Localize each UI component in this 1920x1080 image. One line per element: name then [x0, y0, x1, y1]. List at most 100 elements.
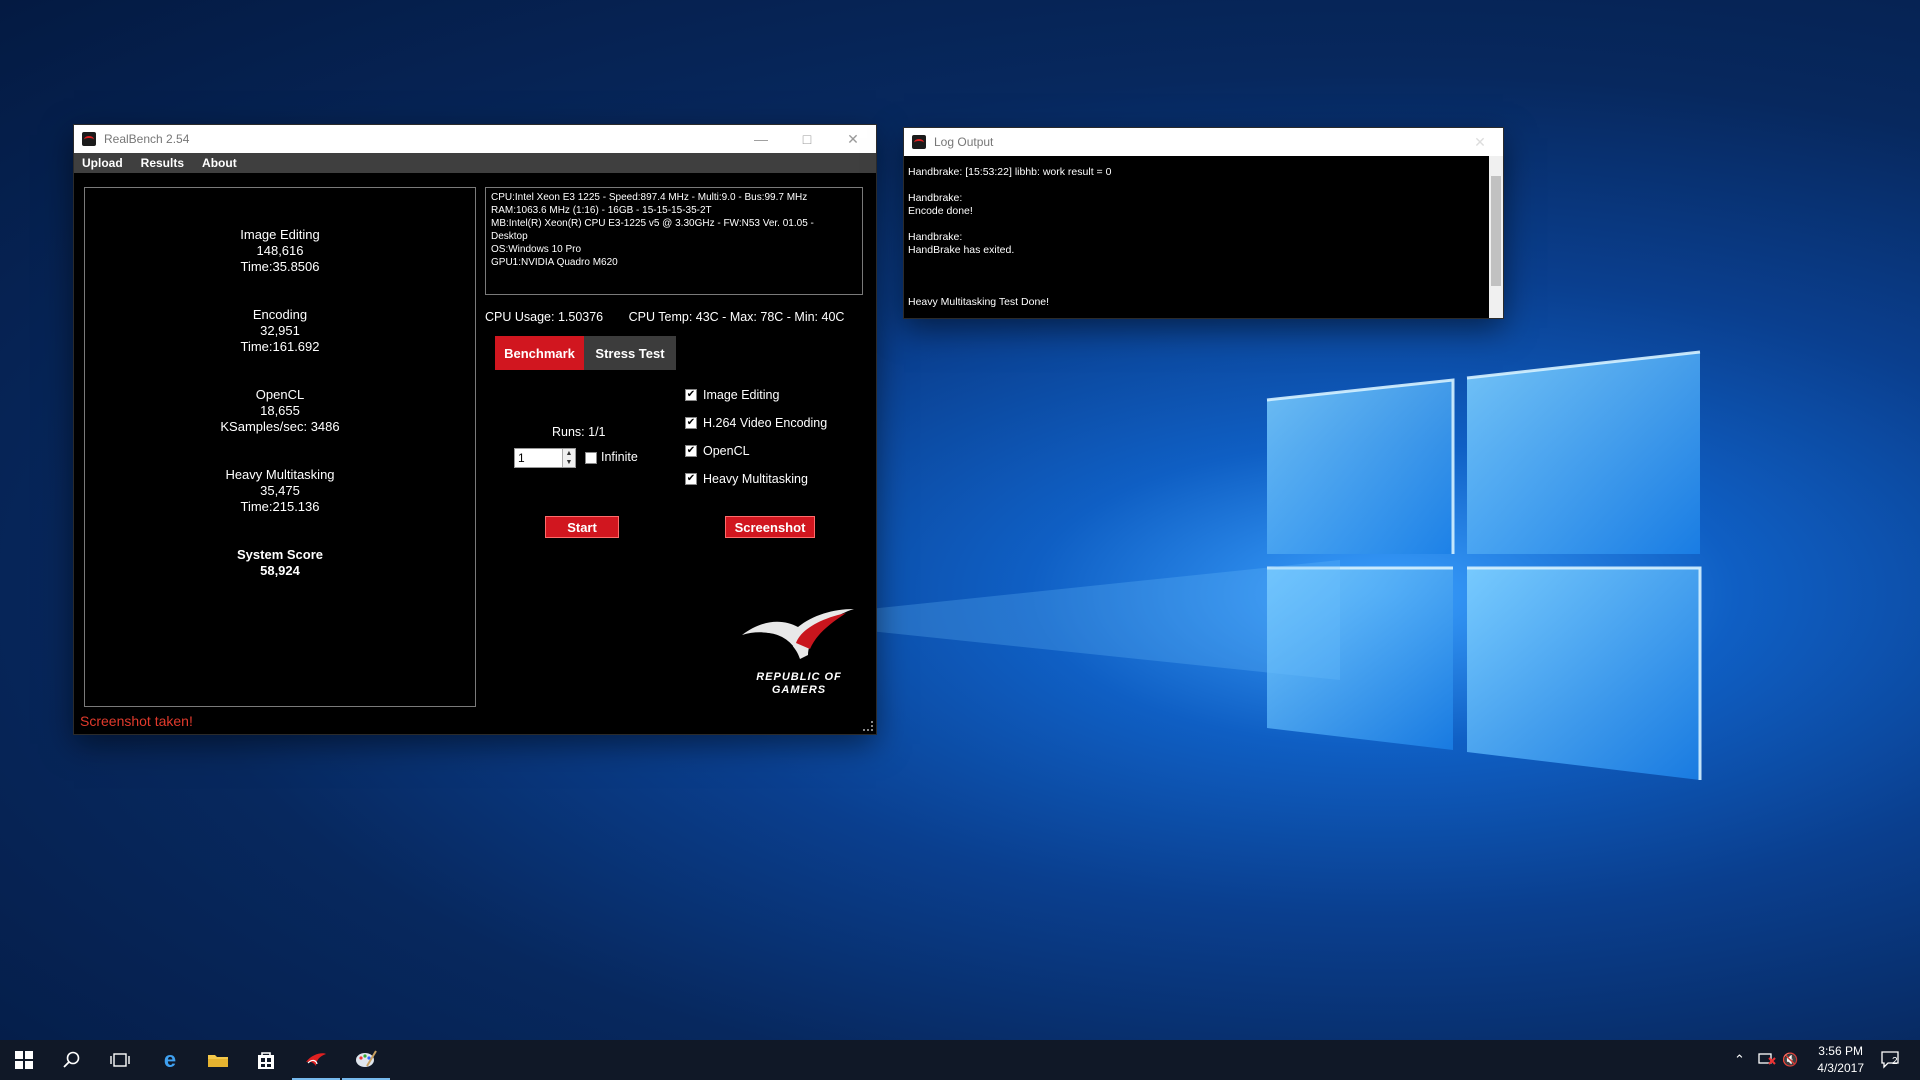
result-name: System Score: [237, 547, 323, 562]
status-message: Screenshot taken!: [80, 713, 193, 729]
maximize-icon[interactable]: □: [784, 125, 830, 153]
start-windows-icon[interactable]: [0, 1040, 48, 1080]
file-explorer-icon[interactable]: [194, 1040, 242, 1080]
edge-browser-icon[interactable]: e: [146, 1040, 194, 1080]
light-rays: [860, 560, 1340, 680]
log-line: Handbrake: [15:53:22] libhb: work result…: [908, 166, 1112, 178]
log-line: Handbrake:: [908, 231, 963, 243]
sysinfo-mb-cont: Desktop: [491, 231, 528, 242]
paint-app-icon[interactable]: [342, 1040, 390, 1080]
system-info-box: CPU:Intel Xeon E3 1225 - Speed:897.4 MHz…: [485, 187, 863, 295]
log-line: Handbrake:: [908, 192, 963, 204]
clock[interactable]: 3:56 PM 4/3/2017: [1817, 1043, 1864, 1077]
tray-chevron-up-icon[interactable]: ⌃: [1734, 1052, 1745, 1068]
rog-text-line1: REPUBLIC OF: [756, 671, 842, 683]
resize-grip-icon[interactable]: [863, 721, 873, 731]
volume-muted-icon[interactable]: 🔇: [1782, 1052, 1798, 1068]
sysinfo-cpu: CPU:Intel Xeon E3 1225 - Speed:897.4 MHz…: [491, 192, 808, 203]
action-center-icon[interactable]: 2: [1880, 1050, 1902, 1073]
log-scrollbar[interactable]: [1489, 156, 1503, 318]
task-view-icon[interactable]: [96, 1040, 144, 1080]
spinner-arrows-icon[interactable]: ▲ ▼: [562, 449, 575, 467]
log-scrollbar-thumb[interactable]: [1491, 176, 1501, 286]
rog-logo-text: REPUBLIC OF GAMERS: [734, 671, 864, 697]
result-score: 18,655: [260, 403, 300, 418]
taskbar: e ⌃ 🔇 3:56 PM 4/3/2017 2: [0, 1040, 1920, 1080]
store-icon[interactable]: [242, 1040, 290, 1080]
rog-logo-icon: [742, 609, 854, 659]
log-line: Heavy Multitasking Test Done!: [908, 296, 1050, 308]
log-output-window: Log Output ✕ Handbrake: [15:53:22] libhb…: [904, 128, 1503, 318]
realbench-taskbar-icon[interactable]: [292, 1040, 340, 1080]
result-name: Encoding: [252, 307, 308, 322]
sysinfo-ram: RAM:1063.6 MHz (1:16) - 16GB - 15-15-15-…: [491, 205, 712, 216]
results-panel: Image Editing 148,616 Time:35.8506 Encod…: [84, 187, 476, 707]
log-close-icon[interactable]: ✕: [1457, 128, 1503, 156]
screenshot-button[interactable]: Screenshot: [725, 516, 815, 538]
result-name: Heavy Multitasking: [225, 467, 335, 482]
result-heavy-multitasking: Heavy Multitasking 35,475 Time:215.136: [85, 467, 475, 515]
rog-text-line2: GAMERS: [771, 684, 827, 696]
cpu-temp: CPU Temp: 43C - Max: 78C - Min: 40C: [628, 310, 845, 324]
menu-about[interactable]: About: [202, 156, 237, 170]
realbench-window: RealBench 2.54 — □ ✕ Upload Results Abou…: [74, 125, 876, 734]
runs-label: Runs: 1/1: [552, 425, 606, 439]
runs-input[interactable]: 1 ▲ ▼: [514, 448, 576, 468]
heavy-multitasking-label: Heavy Multitasking: [703, 472, 808, 486]
result-detail: KSamples/sec: 3486: [220, 419, 340, 434]
result-name: OpenCL: [255, 387, 305, 402]
log-titlebar[interactable]: Log Output ✕: [904, 128, 1503, 156]
result-score: 148,616: [256, 243, 304, 258]
cpu-status: CPU Usage: 1.50376 CPU Temp: 43C - Max: …: [485, 310, 866, 324]
log-text-area[interactable]: Handbrake: [15:53:22] libhb: work result…: [904, 156, 1489, 318]
clock-date: 4/3/2017: [1817, 1061, 1864, 1075]
result-name: Image Editing: [240, 227, 320, 242]
result-opencl: OpenCL 18,655 KSamples/sec: 3486: [85, 387, 475, 435]
tab-benchmark[interactable]: Benchmark: [495, 336, 584, 370]
start-button[interactable]: Start: [545, 516, 619, 538]
tab-stress-test[interactable]: Stress Test: [584, 336, 676, 370]
video-encoding-label: H.264 Video Encoding: [703, 416, 828, 430]
log-line: Encode done!: [908, 205, 973, 217]
result-image-editing: Image Editing 148,616 Time:35.8506: [85, 227, 475, 275]
result-system-score: System Score 58,924: [85, 547, 475, 579]
image-editing-label: Image Editing: [703, 388, 780, 402]
result-encoding: Encoding 32,951 Time:161.692: [85, 307, 475, 355]
close-icon[interactable]: ✕: [830, 125, 876, 153]
log-line: HandBrake has exited.: [908, 244, 1015, 256]
infinite-label: Infinite: [601, 450, 638, 464]
opencl-checkbox[interactable]: ✔: [685, 445, 697, 457]
window-title: RealBench 2.54: [104, 132, 190, 146]
sysinfo-gpu: GPU1:NVIDIA Quadro M620: [491, 257, 618, 268]
result-score: 35,475: [260, 483, 300, 498]
menu-results[interactable]: Results: [141, 156, 184, 170]
minimize-icon[interactable]: —: [738, 125, 784, 153]
sysinfo-os: OS:Windows 10 Pro: [491, 244, 582, 255]
log-app-icon: [912, 135, 926, 149]
result-detail: Time:215.136: [240, 499, 320, 514]
result-score: 58,924: [260, 563, 300, 578]
sysinfo-mb: MB:Intel(R) Xeon(R) CPU E3-1225 v5 @ 3.3…: [491, 218, 814, 229]
menu-bar: Upload Results About: [74, 153, 876, 173]
runs-value: 1: [518, 451, 525, 465]
opencl-label: OpenCL: [703, 444, 750, 458]
cpu-usage: CPU Usage: 1.50376: [485, 310, 604, 324]
image-editing-checkbox[interactable]: ✔: [685, 389, 697, 401]
search-icon[interactable]: [48, 1040, 96, 1080]
realbench-titlebar[interactable]: RealBench 2.54 — □ ✕: [74, 125, 876, 153]
notification-count: 2: [1892, 1056, 1898, 1067]
result-detail: Time:161.692: [240, 339, 320, 354]
log-window-title: Log Output: [934, 135, 994, 149]
realbench-app-icon: [82, 132, 96, 146]
menu-upload[interactable]: Upload: [82, 156, 123, 170]
network-icon[interactable]: [1758, 1052, 1776, 1069]
heavy-multitasking-checkbox[interactable]: ✔: [685, 473, 697, 485]
infinite-checkbox[interactable]: [585, 452, 597, 464]
video-encoding-checkbox[interactable]: ✔: [685, 417, 697, 429]
clock-time: 3:56 PM: [1818, 1044, 1863, 1058]
